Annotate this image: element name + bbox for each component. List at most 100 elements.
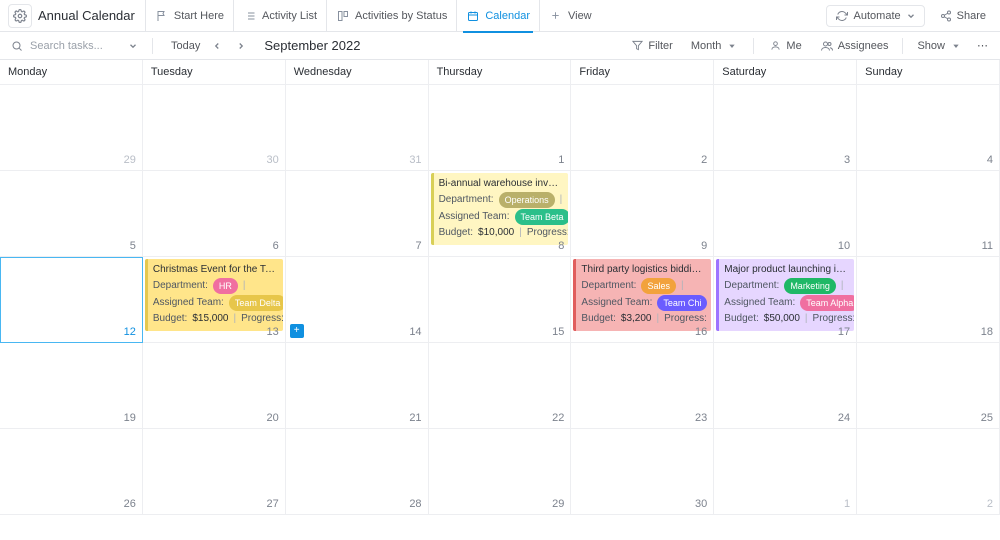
automate-button[interactable]: Automate [826,5,925,27]
calendar-cell[interactable]: 1 [714,429,857,515]
calendar-cell[interactable]: +14 [286,257,429,343]
event-title: Third party logistics bidding activity [581,263,706,277]
calendar-cell[interactable]: Third party logistics bidding activityDe… [571,257,714,343]
calendar-cell[interactable]: 30 [143,85,286,171]
calendar-cell[interactable]: 2 [571,85,714,171]
team-pill: Team Alpha [800,295,854,311]
share-button[interactable]: Share [933,6,992,26]
calendar-event[interactable]: Bi-annual warehouse inventory for spare … [431,173,569,245]
show-button[interactable]: Show [911,36,969,56]
month-mode-button[interactable]: Month [685,36,746,56]
day-number: 12 [124,326,136,338]
page-title: Annual Calendar [38,8,135,23]
team-pill: Team Delta [229,295,283,311]
gear-icon [13,9,27,23]
calendar-cell[interactable]: 9 [571,171,714,257]
day-number: 18 [981,326,993,338]
calendar-cell[interactable]: 26 [0,429,143,515]
calendar-cell[interactable]: 4 [857,85,1000,171]
day-number: 9 [701,240,707,252]
share-icon [939,9,953,23]
tab-activity-list[interactable]: Activity List [233,0,326,32]
calendar-cell[interactable]: 12 [0,257,143,343]
day-number: 13 [266,326,278,338]
calendar-event[interactable]: Major product launching in New York City… [716,259,854,331]
calendar-cell[interactable]: 29 [429,429,572,515]
dept-pill: Operations [499,192,555,208]
calendar-cell[interactable]: 28 [286,429,429,515]
calendar-cell[interactable]: 20 [143,343,286,429]
app-settings-button[interactable] [8,4,32,28]
day-number: 29 [552,498,564,510]
day-number: 15 [552,326,564,338]
calendar-cell[interactable]: Major product launching in New York City… [714,257,857,343]
calendar-cell[interactable]: 27 [143,429,286,515]
calendar-cell[interactable]: 3 [714,85,857,171]
calendar-cell[interactable]: Bi-annual warehouse inventory for spare … [429,171,572,257]
calendar-cell[interactable]: Christmas Event for the Team MembersDepa… [143,257,286,343]
calendar-cell[interactable]: 10 [714,171,857,257]
automate-label: Automate [854,10,901,22]
calendar-cell[interactable]: 24 [714,343,857,429]
search-placeholder: Search tasks... [30,40,120,52]
day-number: 10 [838,240,850,252]
prev-month-button[interactable] [212,41,230,51]
calendar-cell[interactable]: 21 [286,343,429,429]
day-header: Tuesday [143,60,286,85]
search-input[interactable]: Search tasks... [10,39,140,53]
chevron-down-icon [126,39,140,53]
calendar-cell[interactable]: 31 [286,85,429,171]
me-button[interactable]: Me [762,36,807,56]
tab-calendar[interactable]: Calendar [456,0,539,32]
calendar-cell[interactable]: 15 [429,257,572,343]
calendar-cell[interactable]: 1 [429,85,572,171]
event-title: Bi-annual warehouse inventory for spare … [439,177,564,191]
calendar-cell[interactable]: 6 [143,171,286,257]
today-button[interactable]: Today [165,37,206,55]
calendar-cell[interactable]: 18 [857,257,1000,343]
day-number: 30 [695,498,707,510]
chevron-down-icon [906,9,916,23]
day-number: 22 [552,412,564,424]
calendar-event[interactable]: Third party logistics bidding activityDe… [573,259,711,331]
search-icon [10,39,24,53]
calendar-cell[interactable]: 23 [571,343,714,429]
calendar-cell[interactable]: 2 [857,429,1000,515]
view-tabs: Start HereActivity ListActivities by Sta… [145,0,601,32]
calendar-cell[interactable]: 7 [286,171,429,257]
tab-start-here[interactable]: Start Here [145,0,233,32]
dept-pill: Sales [641,278,676,294]
tab-view[interactable]: View [539,0,601,32]
caret-down-icon [725,39,739,53]
month-label: September 2022 [264,38,360,53]
more-button[interactable]: ⋯ [975,36,990,55]
share-label: Share [957,10,986,22]
calendar-cell[interactable]: 29 [0,85,143,171]
calendar-cell[interactable]: 19 [0,343,143,429]
team-pill: Team Beta [515,209,569,225]
next-month-button[interactable] [236,41,254,51]
day-number: 31 [409,154,421,166]
day-number: 8 [558,240,564,252]
day-number: 2 [987,498,993,510]
assignees-button[interactable]: Assignees [814,36,895,56]
calendar-cell[interactable]: 30 [571,429,714,515]
day-number: 19 [124,412,136,424]
calendar-cell[interactable]: 22 [429,343,572,429]
flag-icon [155,9,169,23]
user-icon [768,39,782,53]
day-number: 3 [844,154,850,166]
calendar-event[interactable]: Christmas Event for the Team MembersDepa… [145,259,283,331]
day-number: 7 [415,240,421,252]
filter-icon [630,39,644,53]
caret-down-icon [949,39,963,53]
add-event-button[interactable]: + [290,324,304,338]
calendar-cell[interactable]: 25 [857,343,1000,429]
calendar-cell[interactable]: 5 [0,171,143,257]
calendar-cell[interactable]: 11 [857,171,1000,257]
tab-activities-by-status[interactable]: Activities by Status [326,0,456,32]
day-number: 5 [130,240,136,252]
calendar-icon [466,9,480,23]
filter-button[interactable]: Filter [624,36,678,56]
day-number: 17 [838,326,850,338]
